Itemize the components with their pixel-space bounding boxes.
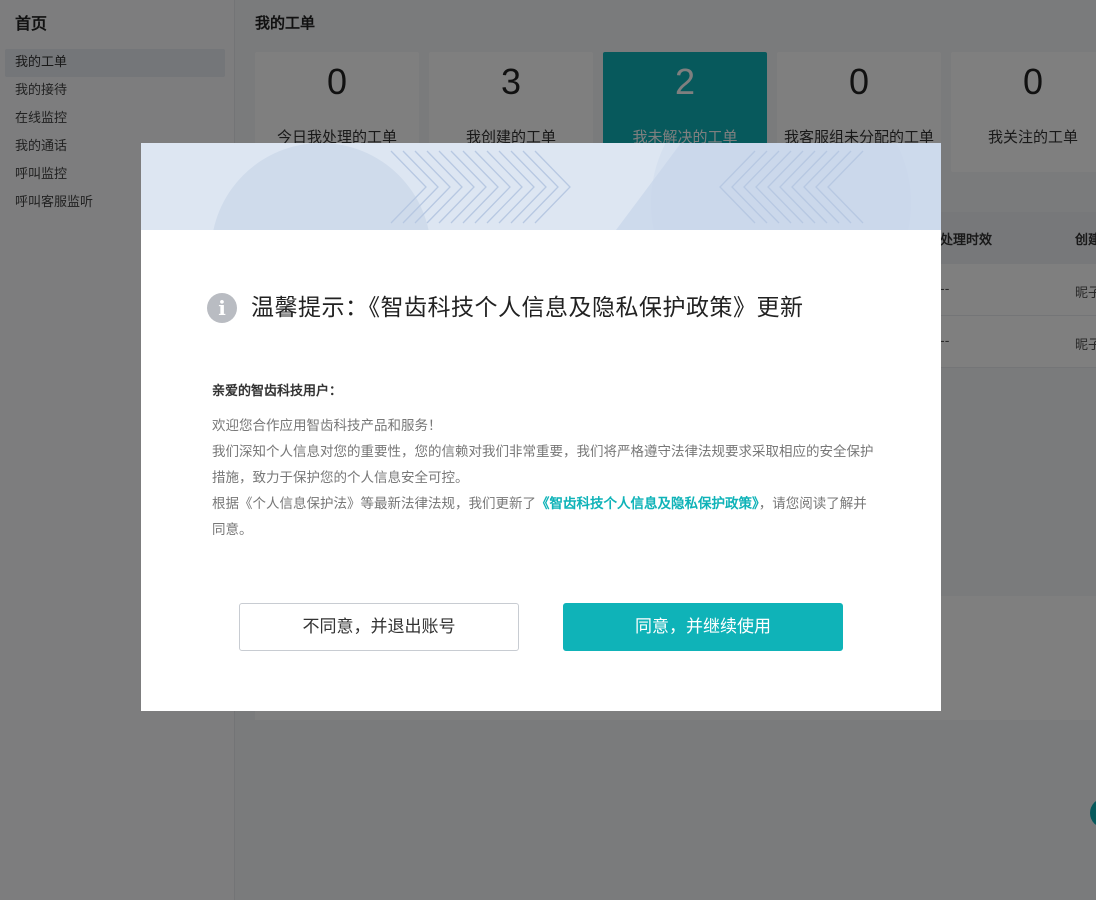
modal-paragraph-text: 根据《个人信息保护法》等最新法律法规，我们更新了 (212, 496, 536, 512)
disagree-logout-button[interactable]: 不同意，并退出账号 (239, 603, 519, 651)
modal-paragraph: 根据《个人信息保护法》等最新法律法规，我们更新了《智齿科技个人信息及隐私保护政策… (212, 491, 880, 543)
modal-body: 欢迎您合作应用智齿科技产品和服务！ 我们深知个人信息对您的重要性，您的信赖对我们… (212, 413, 880, 543)
modal-title-row: i 温馨提示：《智齿科技个人信息及隐私保护政策》更新 (207, 292, 907, 326)
privacy-policy-modal: i 温馨提示：《智齿科技个人信息及隐私保护政策》更新 亲爱的智齿科技用户： 欢迎… (141, 143, 941, 711)
modal-greeting: 亲爱的智齿科技用户： (212, 384, 343, 399)
privacy-policy-link[interactable]: 《智齿科技个人信息及隐私保护政策》 (536, 496, 759, 512)
modal-banner (141, 143, 941, 230)
agree-continue-button[interactable]: 同意，并继续使用 (563, 603, 843, 651)
modal-paragraph: 我们深知个人信息对您的重要性，您的信赖对我们非常重要，我们将严格遵守法律法规要求… (212, 444, 874, 486)
modal-title: 温馨提示：《智齿科技个人信息及隐私保护政策》更新 (251, 295, 804, 321)
banner-decoration (141, 143, 941, 230)
info-icon: i (207, 293, 237, 323)
modal-paragraph: 欢迎您合作应用智齿科技产品和服务！ (212, 418, 442, 434)
